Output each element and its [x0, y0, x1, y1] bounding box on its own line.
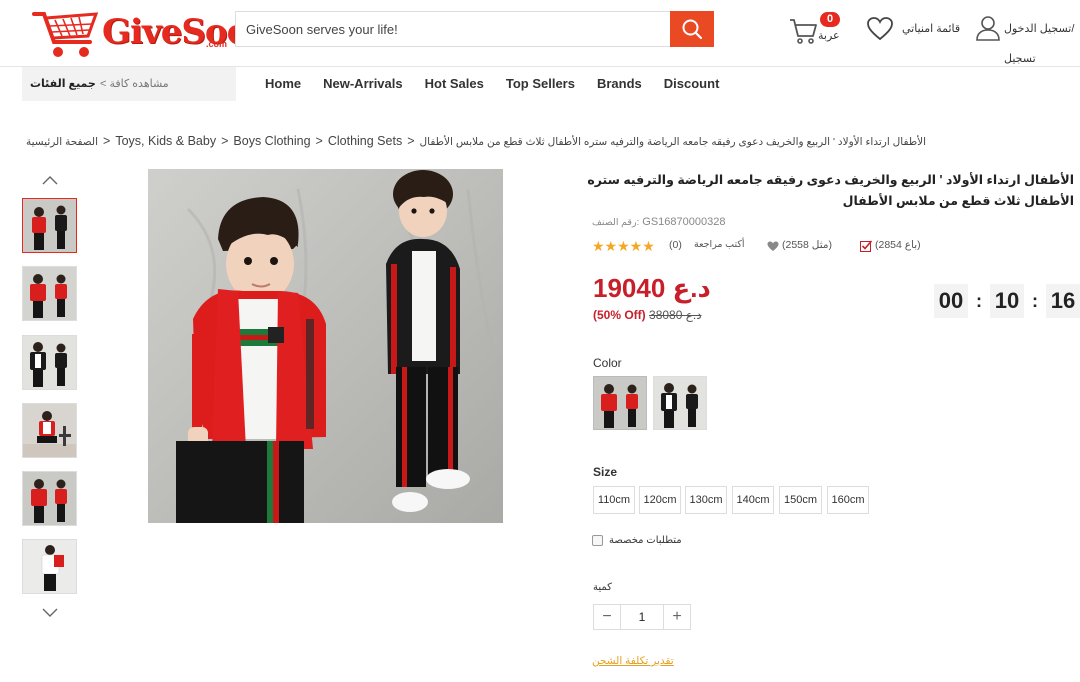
account-area: تسجيل الدخول/ تسجيل	[972, 14, 1074, 70]
thumbnail-1[interactable]	[22, 198, 77, 253]
search-bar	[235, 11, 714, 47]
size-160[interactable]: 160cm	[827, 486, 869, 514]
timer-colon: :	[1032, 290, 1038, 311]
quantity-value[interactable]: 1	[620, 605, 664, 629]
product-thumbnail	[23, 267, 76, 320]
product-title: الأطفال ارتداء الأولاد ' الربيع والخريف …	[587, 173, 1074, 208]
chevron-down-icon	[42, 608, 58, 617]
thumbs-down-button[interactable]	[40, 606, 60, 620]
cart-icon	[790, 19, 817, 44]
rating-stars: ★★★★★	[592, 238, 655, 254]
register-link[interactable]: تسجيل	[1004, 52, 1036, 65]
all-categories-dropdown[interactable]: جميع الفئات < مشاهده كافة	[22, 67, 236, 101]
thumbnail-4[interactable]	[22, 403, 77, 458]
thumbnail-6[interactable]	[22, 539, 77, 594]
login-link[interactable]: تسجيل الدخول/	[1004, 22, 1074, 35]
nav-top-sellers[interactable]: Top Sellers	[495, 67, 586, 101]
checkbox-sold-icon	[860, 240, 872, 252]
custom-requirements[interactable]: متطلبات مخصصة	[592, 533, 682, 547]
quantity-increase-button[interactable]: +	[664, 605, 690, 629]
search-icon	[682, 19, 703, 40]
logo[interactable]: GiveSoon .com	[30, 4, 273, 62]
thumbnail-5[interactable]	[22, 471, 77, 526]
size-label: Size	[593, 465, 618, 479]
heart-small-icon	[767, 241, 779, 251]
nav-new-arrivals[interactable]: New-Arrivals	[312, 67, 413, 101]
thumbnail-2[interactable]	[22, 266, 77, 321]
chevron-up-icon	[42, 176, 58, 185]
search-button[interactable]	[670, 11, 714, 47]
user-icon	[976, 16, 1000, 41]
sku-line: رقم الصنف: GS16870000328	[592, 216, 725, 228]
product-thumbnail	[23, 199, 76, 252]
main-nav: Home New-Arrivals Hot Sales Top Sellers …	[254, 67, 730, 101]
search-input[interactable]	[236, 12, 670, 46]
product-stats: ★★★★★ (0) أكتب مراجعة (2558 مثل) (2854 ب…	[592, 238, 1080, 256]
cart-button[interactable]: 0 عربة	[786, 12, 846, 48]
old-price: 38080 د.ع	[649, 308, 702, 322]
discount-percent: (50% Off)	[593, 308, 646, 322]
breadcrumb-boys-clothing[interactable]: Boys Clothing	[233, 134, 310, 148]
nav-discount[interactable]: Discount	[653, 67, 731, 101]
custom-requirements-label: متطلبات مخصصة	[609, 534, 682, 546]
nav-home[interactable]: Home	[254, 67, 312, 101]
heart-icon	[867, 17, 893, 41]
size-140[interactable]: 140cm	[732, 486, 774, 514]
custom-requirements-checkbox[interactable]	[592, 534, 603, 546]
main-product-image[interactable]	[148, 169, 503, 523]
color-swatch-image	[594, 377, 646, 429]
view-all-link[interactable]: < مشاهده كافة	[100, 77, 169, 90]
logo-suffix: .com	[206, 39, 228, 49]
countdown-timer: 00 : 10 : 16	[934, 284, 1080, 318]
size-110[interactable]: 110cm	[593, 486, 635, 514]
product-photo	[148, 169, 503, 523]
color-swatch-black[interactable]	[653, 376, 707, 430]
breadcrumb-toys[interactable]: Toys, Kids & Baby	[115, 134, 216, 148]
sku-label: رقم الصنف:	[592, 217, 640, 228]
timer-minutes: 10	[990, 284, 1024, 318]
quantity-decrease-button[interactable]: −	[594, 605, 620, 629]
shipping-estimate-link[interactable]: تقدير تكلفة الشحن	[592, 655, 674, 667]
nav-brands[interactable]: Brands	[586, 67, 653, 101]
breadcrumb-clothing-sets[interactable]: Clothing Sets	[328, 134, 402, 148]
review-count: (0)	[669, 239, 682, 251]
color-swatch-red[interactable]	[593, 376, 647, 430]
all-categories-label: جميع الفئات	[30, 78, 96, 90]
quantity-stepper: − 1 +	[593, 604, 691, 630]
breadcrumb-home[interactable]: الصفحة الرئيسية	[26, 136, 98, 148]
color-label: Color	[593, 356, 622, 370]
sku-code: GS16870000328	[642, 216, 726, 228]
wishlist-button[interactable]: قائمة امنياتي	[864, 14, 964, 44]
quantity-label: كمية	[593, 582, 612, 593]
cart-label: عربة	[818, 30, 840, 42]
color-swatch-image	[654, 377, 706, 429]
size-150[interactable]: 150cm	[779, 486, 822, 514]
size-130[interactable]: 130cm	[685, 486, 727, 514]
product-thumbnail	[23, 540, 76, 593]
thumbnail-3[interactable]	[22, 335, 77, 390]
breadcrumb-current: الأطفال ارتداء الأولاد ' الربيع والخريف …	[419, 136, 927, 148]
size-120[interactable]: 120cm	[639, 486, 681, 514]
cart-count-badge: 0	[820, 12, 840, 27]
wishlist-label: قائمة امنياتي	[902, 23, 961, 35]
timer-hours: 00	[934, 284, 968, 318]
breadcrumb: الصفحة الرئيسية > Toys, Kids & Baby > Boys C…	[26, 134, 927, 148]
timer-colon: :	[976, 290, 982, 311]
shopping-cart-logo-icon	[32, 12, 99, 57]
nav-hot-sales[interactable]: Hot Sales	[414, 67, 495, 101]
timer-seconds: 16	[1046, 284, 1080, 318]
current-price: 19040 د.ع	[593, 273, 711, 303]
product-thumbnail	[23, 472, 76, 525]
product-thumbnail	[23, 404, 76, 457]
write-review-link[interactable]: أكتب مراجعة	[694, 239, 745, 250]
sold-count: (2854 باع)	[875, 239, 921, 251]
old-price-line: (50% Off) 38080 د.ع	[593, 308, 702, 322]
likes-count: (2558 مثل)	[782, 239, 833, 251]
product-thumbnail	[23, 336, 76, 389]
thumbs-up-button[interactable]	[40, 173, 60, 187]
